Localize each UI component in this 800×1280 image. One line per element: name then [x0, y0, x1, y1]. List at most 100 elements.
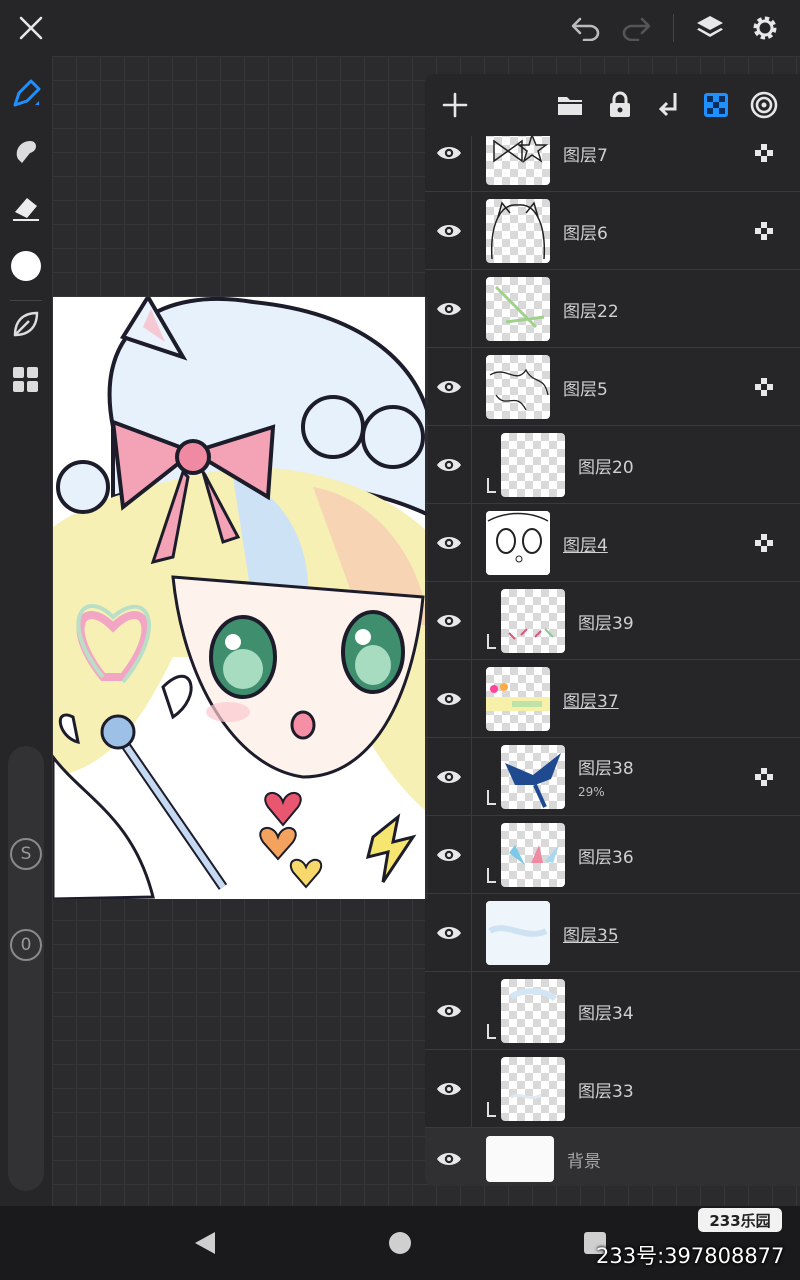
brush-slider-track[interactable] [8, 746, 44, 1191]
layer-row[interactable]: 背景 [425, 1128, 800, 1186]
layer-row[interactable]: 图层7 [425, 136, 800, 192]
add-layer-icon[interactable] [437, 87, 473, 123]
divider [471, 738, 472, 816]
layer-row[interactable]: 图层35 [425, 894, 800, 972]
clipping-arrow-icon [485, 1102, 497, 1120]
layer-name: 图层7 [563, 146, 608, 166]
layer-row[interactable]: 图层4 [425, 504, 800, 582]
layer-name: 图层38 [578, 759, 634, 779]
layer-row[interactable]: 图层36 [425, 816, 800, 894]
alpha-lock-indicator-icon[interactable] [754, 143, 774, 163]
visibility-eye-icon[interactable] [435, 919, 463, 947]
layers-icon[interactable] [690, 8, 730, 48]
layer-row[interactable]: 图层38 29% [425, 738, 800, 816]
layer-row[interactable]: 图层20 [425, 426, 800, 504]
visibility-eye-icon[interactable] [435, 685, 463, 713]
divider [471, 816, 472, 894]
artwork-canvas[interactable] [53, 297, 428, 899]
back-icon[interactable] [190, 1228, 220, 1258]
layer-row[interactable]: 图层6 [425, 192, 800, 270]
lock-icon[interactable] [602, 87, 638, 123]
clipping-arrow-icon [485, 634, 497, 652]
watermark-id: 233号:397808877 [596, 1244, 785, 1268]
layer-row[interactable]: 图层5 [425, 348, 800, 426]
smudge-icon[interactable] [6, 131, 46, 171]
layer-name: 图层4 [563, 536, 608, 556]
layer-name: 图层5 [563, 380, 608, 400]
divider [471, 192, 472, 270]
close-icon[interactable] [11, 8, 51, 48]
alpha-lock-icon[interactable] [698, 87, 734, 123]
visibility-eye-icon[interactable] [435, 841, 463, 869]
clipping-arrow-icon [485, 790, 497, 808]
settings-icon[interactable] [745, 8, 785, 48]
layer-thumbnail [501, 589, 565, 653]
layer-row[interactable]: 图层37 [425, 660, 800, 738]
grid-icon[interactable] [6, 360, 46, 400]
divider [471, 972, 472, 1050]
visibility-eye-icon[interactable] [435, 139, 463, 167]
alpha-lock-indicator-icon[interactable] [754, 533, 774, 553]
layer-thumbnail [486, 199, 550, 263]
divider [471, 504, 472, 582]
layer-list[interactable]: 图层7 图层6 图层22 图层5 图层20 图层4 图层39 图层37 图层38 29% 图层36 图… [425, 136, 800, 1186]
alpha-lock-indicator-icon[interactable] [754, 767, 774, 787]
layer-thumbnail [501, 979, 565, 1043]
layer-row[interactable]: 图层34 [425, 972, 800, 1050]
visibility-eye-icon[interactable] [435, 1075, 463, 1103]
clipping-arrow-icon [485, 1024, 497, 1042]
clipping-arrow-icon [485, 868, 497, 886]
layer-name: 图层20 [578, 458, 634, 478]
merge-down-icon[interactable] [651, 87, 687, 123]
visibility-eye-icon[interactable] [435, 373, 463, 401]
brush-opacity-slider[interactable]: 0 [10, 929, 42, 961]
divider [471, 660, 472, 738]
alpha-lock-indicator-icon[interactable] [754, 377, 774, 397]
visibility-eye-icon[interactable] [435, 217, 463, 245]
visibility-eye-icon[interactable] [435, 451, 463, 479]
divider [471, 582, 472, 660]
divider [471, 894, 472, 972]
layer-name: 图层6 [563, 224, 608, 244]
color-icon[interactable] [6, 246, 46, 286]
eraser-icon[interactable] [6, 188, 46, 228]
divider [673, 14, 674, 42]
blend-mode-icon[interactable] [746, 87, 782, 123]
divider [471, 426, 472, 504]
redo-icon[interactable] [616, 8, 656, 48]
visibility-eye-icon[interactable] [435, 607, 463, 635]
watermark-logo: 233乐园 [698, 1208, 782, 1232]
layer-thumbnail [486, 667, 550, 731]
divider [471, 136, 472, 192]
layer-thumbnail [501, 745, 565, 809]
layers-toolbar [425, 74, 800, 136]
leaf-icon[interactable] [6, 304, 46, 344]
layer-name: 图层36 [578, 848, 634, 868]
visibility-eye-icon[interactable] [435, 529, 463, 557]
divider [10, 300, 42, 301]
divider [471, 1050, 472, 1128]
layer-thumbnail [486, 277, 550, 341]
layer-thumbnail [486, 511, 550, 575]
divider [471, 348, 472, 426]
brush-size-slider[interactable]: S [10, 838, 42, 870]
visibility-eye-icon[interactable] [435, 997, 463, 1025]
layer-name: 背景 [567, 1152, 601, 1172]
visibility-eye-icon[interactable] [435, 1145, 463, 1173]
divider [471, 270, 472, 348]
layer-opacity: 29% [578, 785, 605, 799]
pen-icon[interactable] [6, 74, 46, 114]
undo-icon[interactable] [566, 8, 606, 48]
layers-panel: 图层7 图层6 图层22 图层5 图层20 图层4 图层39 图层37 图层38 29% 图层36 图… [425, 74, 800, 1186]
layer-thumbnail [501, 1057, 565, 1121]
layer-row[interactable]: 图层39 [425, 582, 800, 660]
top-bar [0, 0, 800, 56]
folder-icon[interactable] [552, 87, 588, 123]
visibility-eye-icon[interactable] [435, 763, 463, 791]
layer-row[interactable]: 图层22 [425, 270, 800, 348]
home-icon[interactable] [385, 1228, 415, 1258]
layer-row[interactable]: 图层33 [425, 1050, 800, 1128]
alpha-lock-indicator-icon[interactable] [754, 221, 774, 241]
layer-name: 图层39 [578, 614, 634, 634]
visibility-eye-icon[interactable] [435, 295, 463, 323]
